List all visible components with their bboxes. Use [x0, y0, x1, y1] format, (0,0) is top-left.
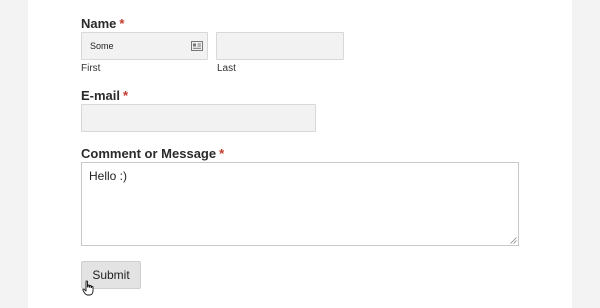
- resize-grip-icon[interactable]: [510, 237, 517, 244]
- name-label-text: Name: [81, 16, 117, 31]
- email-label: E-mail *: [81, 88, 128, 103]
- email-label-text: E-mail: [81, 88, 121, 103]
- required-asterisk: *: [119, 16, 125, 31]
- email-input[interactable]: [81, 104, 316, 132]
- contact-card-icon[interactable]: [191, 41, 203, 51]
- submit-button-label: Submit: [92, 268, 130, 282]
- comment-label: Comment or Message *: [81, 146, 224, 161]
- comment-textarea[interactable]: Hello :): [81, 162, 519, 246]
- required-asterisk: *: [123, 88, 129, 103]
- last-name-input[interactable]: [216, 32, 344, 60]
- comment-label-text: Comment or Message: [81, 146, 217, 161]
- comment-value: Hello :): [89, 169, 128, 183]
- name-label: Name *: [81, 16, 124, 31]
- first-name-value: Some: [90, 41, 114, 51]
- first-name-sublabel: First: [81, 63, 101, 74]
- required-asterisk: *: [219, 146, 225, 161]
- last-name-sublabel: Last: [217, 63, 236, 74]
- first-name-input[interactable]: Some: [81, 32, 208, 60]
- hand-pointer-icon: [82, 280, 94, 296]
